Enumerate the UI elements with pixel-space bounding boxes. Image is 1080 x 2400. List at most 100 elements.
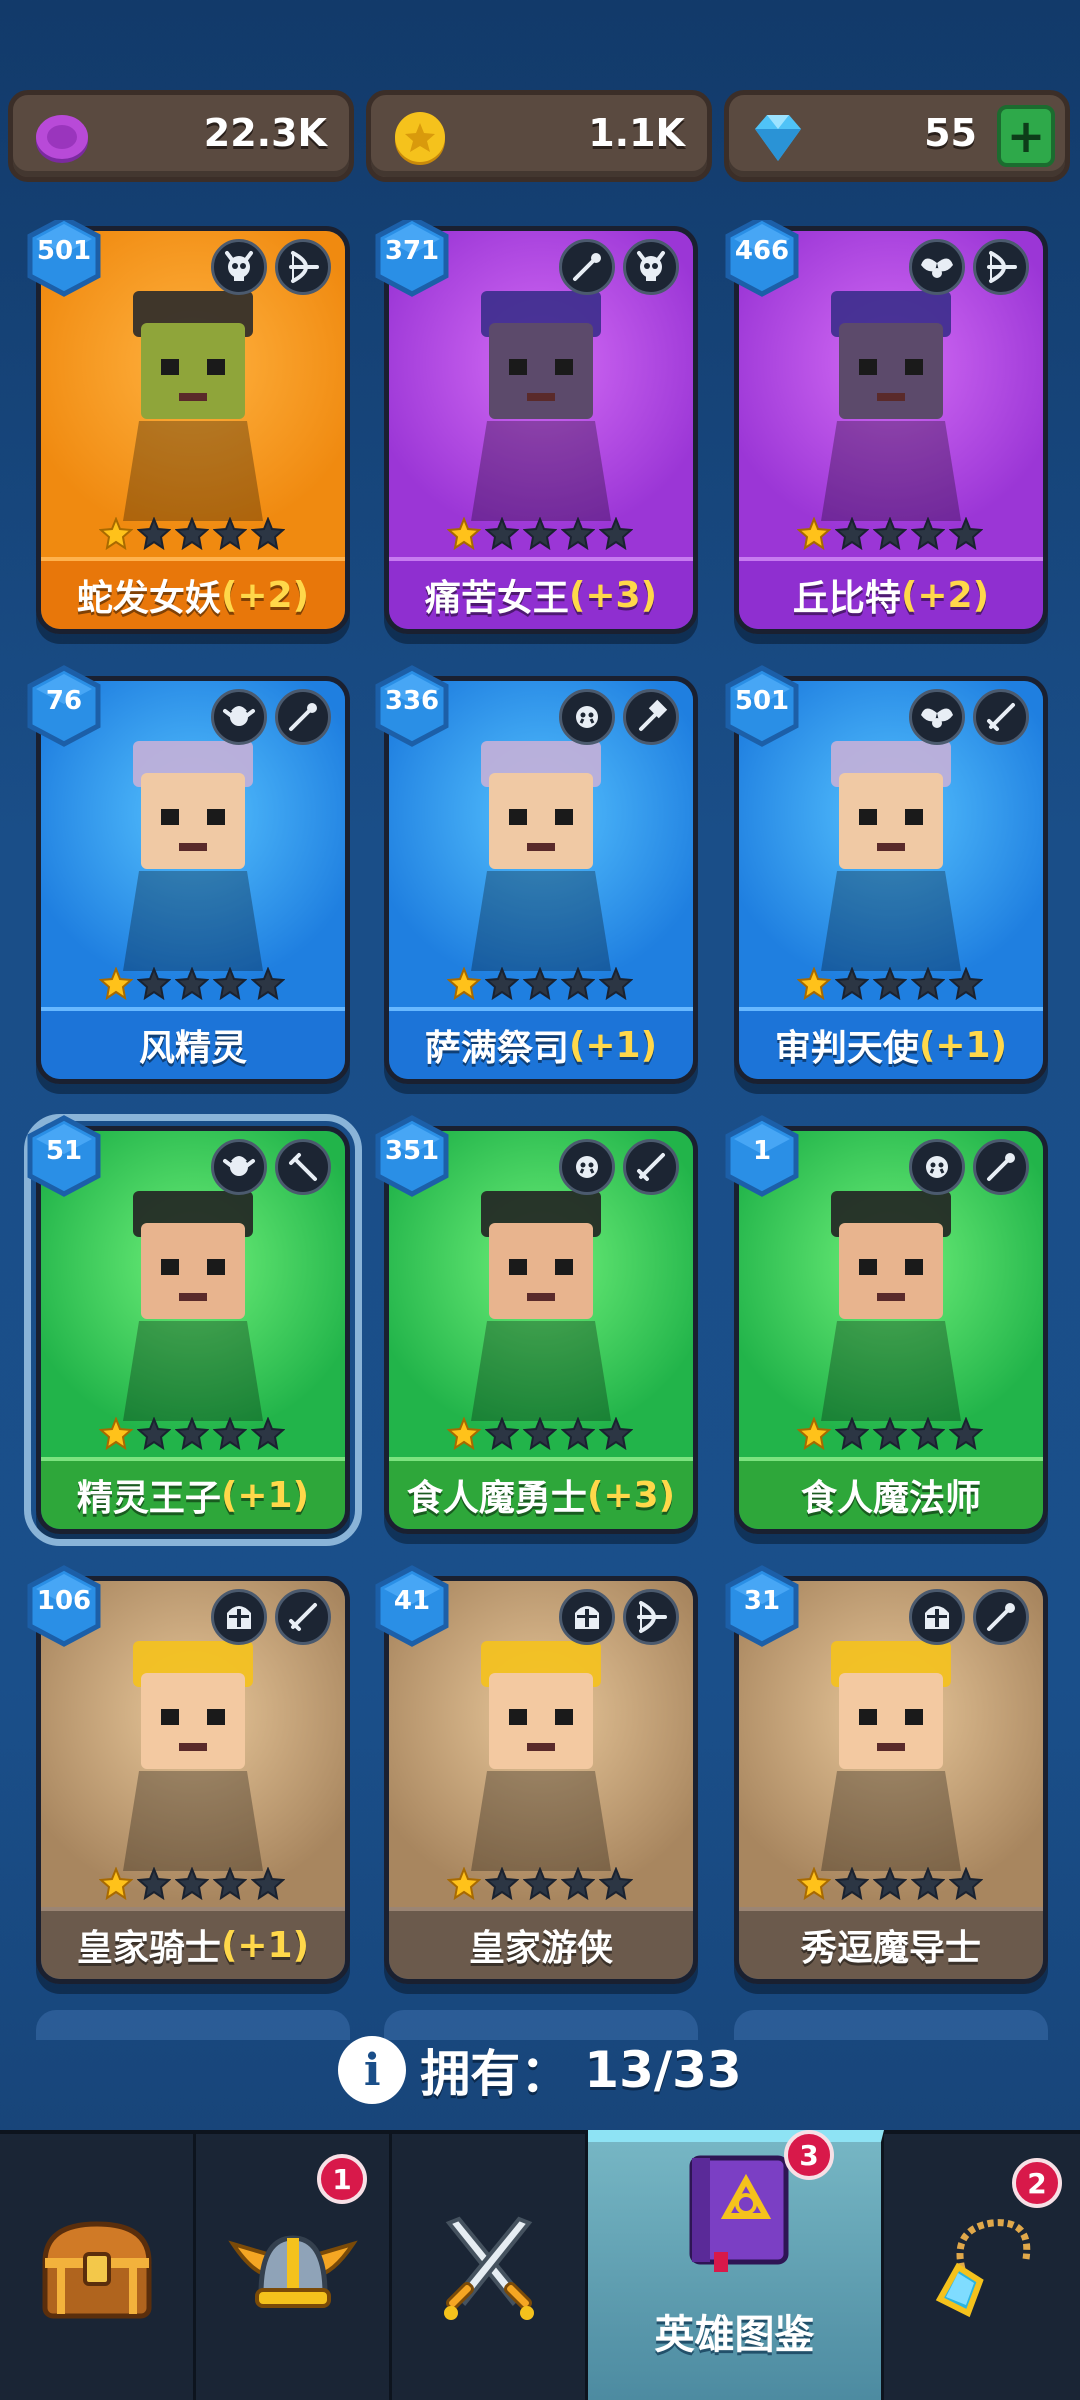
star-filled-icon (796, 516, 832, 555)
hero-name-bar: 皇家游侠 (389, 1907, 693, 1979)
star-filled-icon (446, 516, 482, 555)
knight-helmet-icon (211, 1589, 267, 1645)
treasure-chest-icon (41, 2221, 152, 2319)
dagger-icon (275, 1139, 331, 1195)
star-empty-icon (250, 1416, 286, 1455)
winged-helmet-icon (227, 2235, 358, 2308)
sword-icon (275, 1589, 331, 1645)
battle-tab[interactable] (392, 2134, 588, 2400)
sword-icon (973, 689, 1029, 745)
hero-name-bar: 萨满祭司 (+1) (389, 1007, 693, 1079)
hero-role-icons (211, 1139, 331, 1195)
hero-star-rating (796, 1416, 984, 1455)
star-filled-icon (796, 1416, 832, 1455)
purple-coin-icon (36, 115, 88, 163)
star-filled-icon (446, 966, 482, 1005)
heroes-tab[interactable]: 1 (196, 2134, 392, 2400)
knight-helmet-icon (559, 1589, 615, 1645)
equipment-notification-badge: 2 (1012, 2158, 1062, 2208)
spellbook-icon (689, 2155, 789, 2272)
add-diamond-button[interactable]: + (997, 105, 1055, 167)
hero-star-rating (98, 1416, 286, 1455)
hero-level: 76 (45, 686, 83, 716)
star-empty-icon (212, 516, 248, 555)
hero-name-bar: 秀逗魔导士 (739, 1907, 1043, 1979)
hero-level-badge: 31 (722, 1564, 802, 1648)
star-empty-icon (872, 516, 908, 555)
owned-counter: i 拥有： 13/33 (0, 2030, 1080, 2110)
hero-level-badge: 51 (24, 1114, 104, 1198)
hero-name: 食人魔法师 (800, 1478, 981, 1519)
staff-icon (275, 689, 331, 745)
hero-name-bar: 精灵王子 (+1) (41, 1457, 345, 1529)
hero-role-icons (559, 1589, 679, 1645)
hero-character-art (471, 1641, 611, 1871)
hero-bonus: (+3) (568, 574, 658, 616)
star-empty-icon (834, 966, 870, 1005)
hero-level-badge: 501 (722, 664, 802, 748)
hero-star-rating (446, 966, 634, 1005)
angel-wings-icon (909, 689, 965, 745)
star-empty-icon (910, 516, 946, 555)
hero-level: 31 (743, 1586, 781, 1616)
hero-name-bar: 食人魔法师 (739, 1457, 1043, 1529)
star-empty-icon (910, 966, 946, 1005)
shop-tab[interactable] (0, 2134, 196, 2400)
equipment-tab[interactable]: 2 (884, 2134, 1080, 2400)
hero-name: 皇家游侠 (468, 1928, 613, 1969)
hero-name: 食人魔勇士 (406, 1478, 587, 1519)
gold-coin-icon (395, 112, 445, 165)
hero-star-rating (98, 516, 286, 555)
star-filled-icon (98, 1866, 134, 1905)
hero-level-badge: 41 (372, 1564, 452, 1648)
hero-name-bar: 食人魔勇士 (+3) (389, 1457, 693, 1529)
hero-role-icons (559, 1139, 679, 1195)
hero-name: 皇家骑士 (76, 1928, 221, 1969)
hero-role-icons (559, 689, 679, 745)
owned-label: 拥有： (420, 2045, 571, 2103)
hero-bonus: (+1) (220, 1474, 310, 1516)
currency-diamond[interactable]: 55 + (724, 90, 1070, 182)
bow-icon (623, 1589, 679, 1645)
hero-star-rating (446, 516, 634, 555)
hero-character-art (821, 1191, 961, 1421)
hero-codex-tab[interactable]: 3 英雄图鉴 (588, 2130, 884, 2400)
star-filled-icon (446, 1866, 482, 1905)
hero-name-bar: 风精灵 (41, 1007, 345, 1079)
hero-codex-label: 英雄图鉴 (654, 2312, 815, 2358)
info-icon[interactable]: i (338, 2036, 407, 2104)
star-empty-icon (834, 516, 870, 555)
hero-role-icons (909, 689, 1029, 745)
diamond-icon (755, 115, 801, 161)
hero-character-art (821, 291, 961, 521)
hero-name-bar: 皇家骑士 (+1) (41, 1907, 345, 1979)
star-empty-icon (174, 1416, 210, 1455)
amulet-icon (935, 2219, 1031, 2318)
star-empty-icon (250, 1866, 286, 1905)
hero-level: 41 (393, 1586, 431, 1616)
hero-star-rating (98, 966, 286, 1005)
star-empty-icon (212, 966, 248, 1005)
hero-level: 51 (45, 1136, 83, 1166)
star-empty-icon (522, 1866, 558, 1905)
hero-level-badge: 336 (372, 664, 452, 748)
star-empty-icon (598, 1416, 634, 1455)
hero-bonus: (+2) (900, 574, 990, 616)
hero-level: 501 (734, 686, 790, 716)
hero-level-badge: 1 (722, 1114, 802, 1198)
star-empty-icon (522, 966, 558, 1005)
staff-icon (973, 1589, 1029, 1645)
sword-icon (623, 1139, 679, 1195)
star-empty-icon (910, 1416, 946, 1455)
hero-level: 351 (384, 1136, 440, 1166)
currency-purple-coin[interactable]: 22.3K (8, 90, 354, 182)
star-empty-icon (174, 516, 210, 555)
hero-role-icons (211, 239, 331, 295)
staff-icon (559, 239, 615, 295)
elf-head-icon (211, 689, 267, 745)
hero-role-icons (211, 1589, 331, 1645)
hero-bonus: (+1) (918, 1024, 1008, 1066)
star-empty-icon (834, 1416, 870, 1455)
hero-star-rating (796, 516, 984, 555)
currency-gold-coin[interactable]: 1.1K (366, 90, 712, 182)
